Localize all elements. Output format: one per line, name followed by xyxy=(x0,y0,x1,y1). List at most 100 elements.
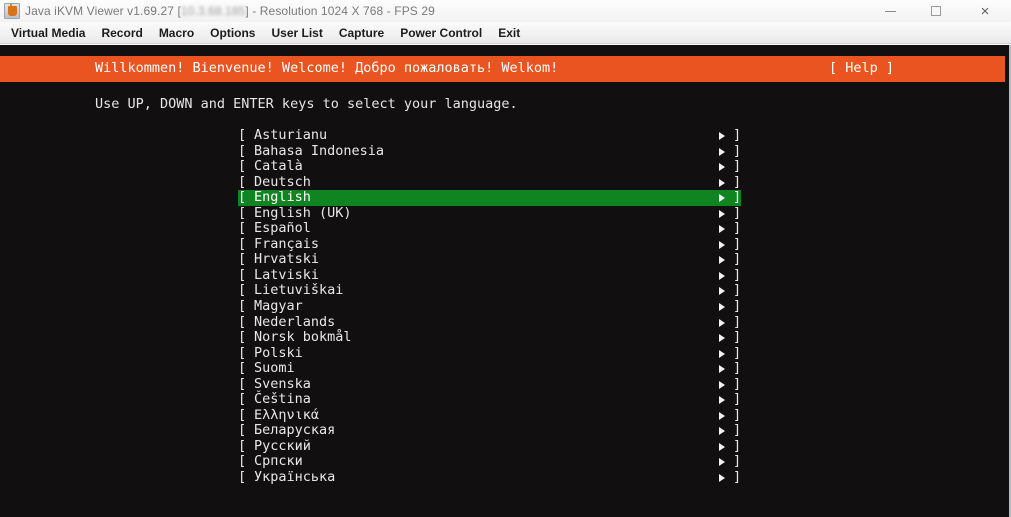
menu-item-options[interactable]: Options xyxy=(202,24,263,42)
right-bracket: ] xyxy=(733,437,742,454)
ikvm-viewer-window: Java iKVM Viewer v1.69.27 [10.3.68.185] … xyxy=(0,0,1011,517)
language-label: Deutsch xyxy=(254,173,311,190)
language-list-item[interactable]: [Русский] xyxy=(238,437,743,455)
java-cup-icon xyxy=(4,3,20,19)
left-bracket: [ xyxy=(238,142,247,159)
language-selection-list[interactable]: [Asturianu] [Bahasa Indonesia] [Català] [De… xyxy=(238,127,743,486)
language-list-item[interactable]: [English (UK)] xyxy=(238,204,743,222)
left-bracket: [ xyxy=(238,453,247,470)
menu-item-macro[interactable]: Macro xyxy=(151,24,202,42)
language-list-item[interactable]: [Ελληνικά] xyxy=(238,406,743,424)
chevron-right-icon xyxy=(719,474,725,483)
left-bracket: [ xyxy=(238,127,247,143)
right-bracket: ] xyxy=(733,406,742,423)
language-label: Français xyxy=(254,235,320,252)
kvm-console-viewport[interactable]: Willkommen! Bienvenue! Welcome! Добро по… xyxy=(0,45,1011,517)
language-list-item[interactable]: [Українська] xyxy=(238,469,743,486)
language-list-item[interactable]: [Asturianu] xyxy=(238,127,743,144)
left-bracket: [ xyxy=(238,158,247,175)
left-bracket: [ xyxy=(238,344,247,361)
right-bracket: ] xyxy=(733,298,742,315)
chevron-right-icon xyxy=(719,303,725,312)
language-list-item[interactable]: [ Nederlands] xyxy=(238,313,743,331)
left-bracket: [ xyxy=(238,173,247,190)
menu-item-power-control[interactable]: Power Control xyxy=(392,24,490,42)
maximize-icon xyxy=(931,6,941,16)
application-menu-bar: Virtual Media Record Macro Options User … xyxy=(0,22,1011,44)
right-bracket: ] xyxy=(733,189,742,206)
left-bracket: [ xyxy=(238,422,247,439)
menu-item-record[interactable]: Record xyxy=(93,24,150,42)
language-label: Español xyxy=(254,220,311,237)
language-list-item[interactable]: [Bahasa Indonesia] xyxy=(238,142,743,160)
chevron-right-icon xyxy=(719,318,725,327)
right-bracket: ] xyxy=(733,344,742,361)
right-bracket: ] xyxy=(733,313,742,330)
language-list-item[interactable]: [Español] xyxy=(238,220,743,237)
left-bracket: [ xyxy=(238,282,247,299)
maximize-button[interactable] xyxy=(913,0,959,22)
left-bracket: [ xyxy=(238,235,247,252)
chevron-right-icon xyxy=(719,178,725,187)
close-button[interactable]: × xyxy=(959,0,1011,22)
language-list-item[interactable]: [Français] xyxy=(238,235,743,253)
language-list-item[interactable]: [Polski] xyxy=(238,344,743,362)
chevron-right-icon xyxy=(719,194,725,203)
minimize-button[interactable] xyxy=(867,0,913,22)
menu-item-user-list[interactable]: User List xyxy=(263,24,330,42)
left-bracket: [ xyxy=(238,313,247,330)
language-label: Suomi xyxy=(254,360,295,377)
chevron-right-icon xyxy=(719,349,725,358)
chevron-right-icon xyxy=(719,380,725,389)
right-bracket: ] xyxy=(733,158,742,175)
left-bracket: [ xyxy=(238,298,247,315)
language-list-item[interactable]: [Čeština] xyxy=(238,391,743,408)
language-list-item[interactable]: [ Lietuviškai] xyxy=(238,282,743,299)
left-bracket: [ xyxy=(238,391,247,408)
chevron-right-icon xyxy=(719,442,725,451)
keyboard-hint-text: Use UP, DOWN and ENTER keys to select yo… xyxy=(95,96,518,112)
menu-item-virtual-media[interactable]: Virtual Media xyxy=(3,24,93,42)
right-bracket: ] xyxy=(733,282,742,299)
left-bracket: [ xyxy=(238,375,247,392)
language-list-item[interactable]: [ Hrvatski] xyxy=(238,251,743,268)
language-list-item[interactable]: [ Suomi] xyxy=(238,360,743,377)
right-bracket: ] xyxy=(733,142,742,159)
left-bracket: [ xyxy=(238,251,247,268)
left-bracket: [ xyxy=(238,329,247,346)
language-list-item[interactable]: [English] xyxy=(238,189,743,206)
chevron-right-icon xyxy=(719,225,725,234)
menu-item-exit[interactable]: Exit xyxy=(490,24,528,42)
window-title-ip-redacted: 10.3.68.185 xyxy=(180,4,246,18)
chevron-right-icon xyxy=(719,287,725,296)
language-label: Lietuviškai xyxy=(254,282,344,299)
chevron-right-icon xyxy=(719,240,725,249)
language-label: Hrvatski xyxy=(254,251,320,268)
right-bracket: ] xyxy=(733,469,742,486)
help-button[interactable]: [ Help ] xyxy=(829,60,894,76)
right-bracket: ] xyxy=(733,251,742,268)
language-list-item[interactable]: [Беларуская] xyxy=(238,422,743,439)
language-list-item[interactable]: [Српски] xyxy=(238,453,743,470)
language-label: Magyar xyxy=(254,298,303,315)
language-label: Nederlands xyxy=(254,313,336,330)
menu-item-capture[interactable]: Capture xyxy=(331,24,392,42)
welcome-greeting-text: Willkommen! Bienvenue! Welcome! Добро по… xyxy=(95,60,559,76)
language-list-item[interactable]: [ Magyar] xyxy=(238,298,743,315)
chevron-right-icon xyxy=(719,132,725,140)
language-label: Latviski xyxy=(254,266,320,283)
left-bracket: [ xyxy=(238,204,247,221)
left-bracket: [ xyxy=(238,469,247,486)
language-list-item[interactable]: [Deutsch] xyxy=(238,173,743,191)
language-list-item[interactable]: [Norsk bokmål] xyxy=(238,329,743,346)
right-bracket: ] xyxy=(733,360,742,377)
language-list-item[interactable]: [Català] xyxy=(238,158,743,175)
left-bracket: [ xyxy=(238,189,247,206)
left-bracket: [ xyxy=(238,360,247,377)
right-bracket: ] xyxy=(733,422,742,439)
language-label: Čeština xyxy=(254,391,311,408)
language-list-item[interactable]: [Latviski] xyxy=(238,266,743,284)
language-label: Ελληνικά xyxy=(254,406,320,423)
language-list-item[interactable]: [Svenska] xyxy=(238,375,743,393)
right-bracket: ] xyxy=(733,453,742,470)
